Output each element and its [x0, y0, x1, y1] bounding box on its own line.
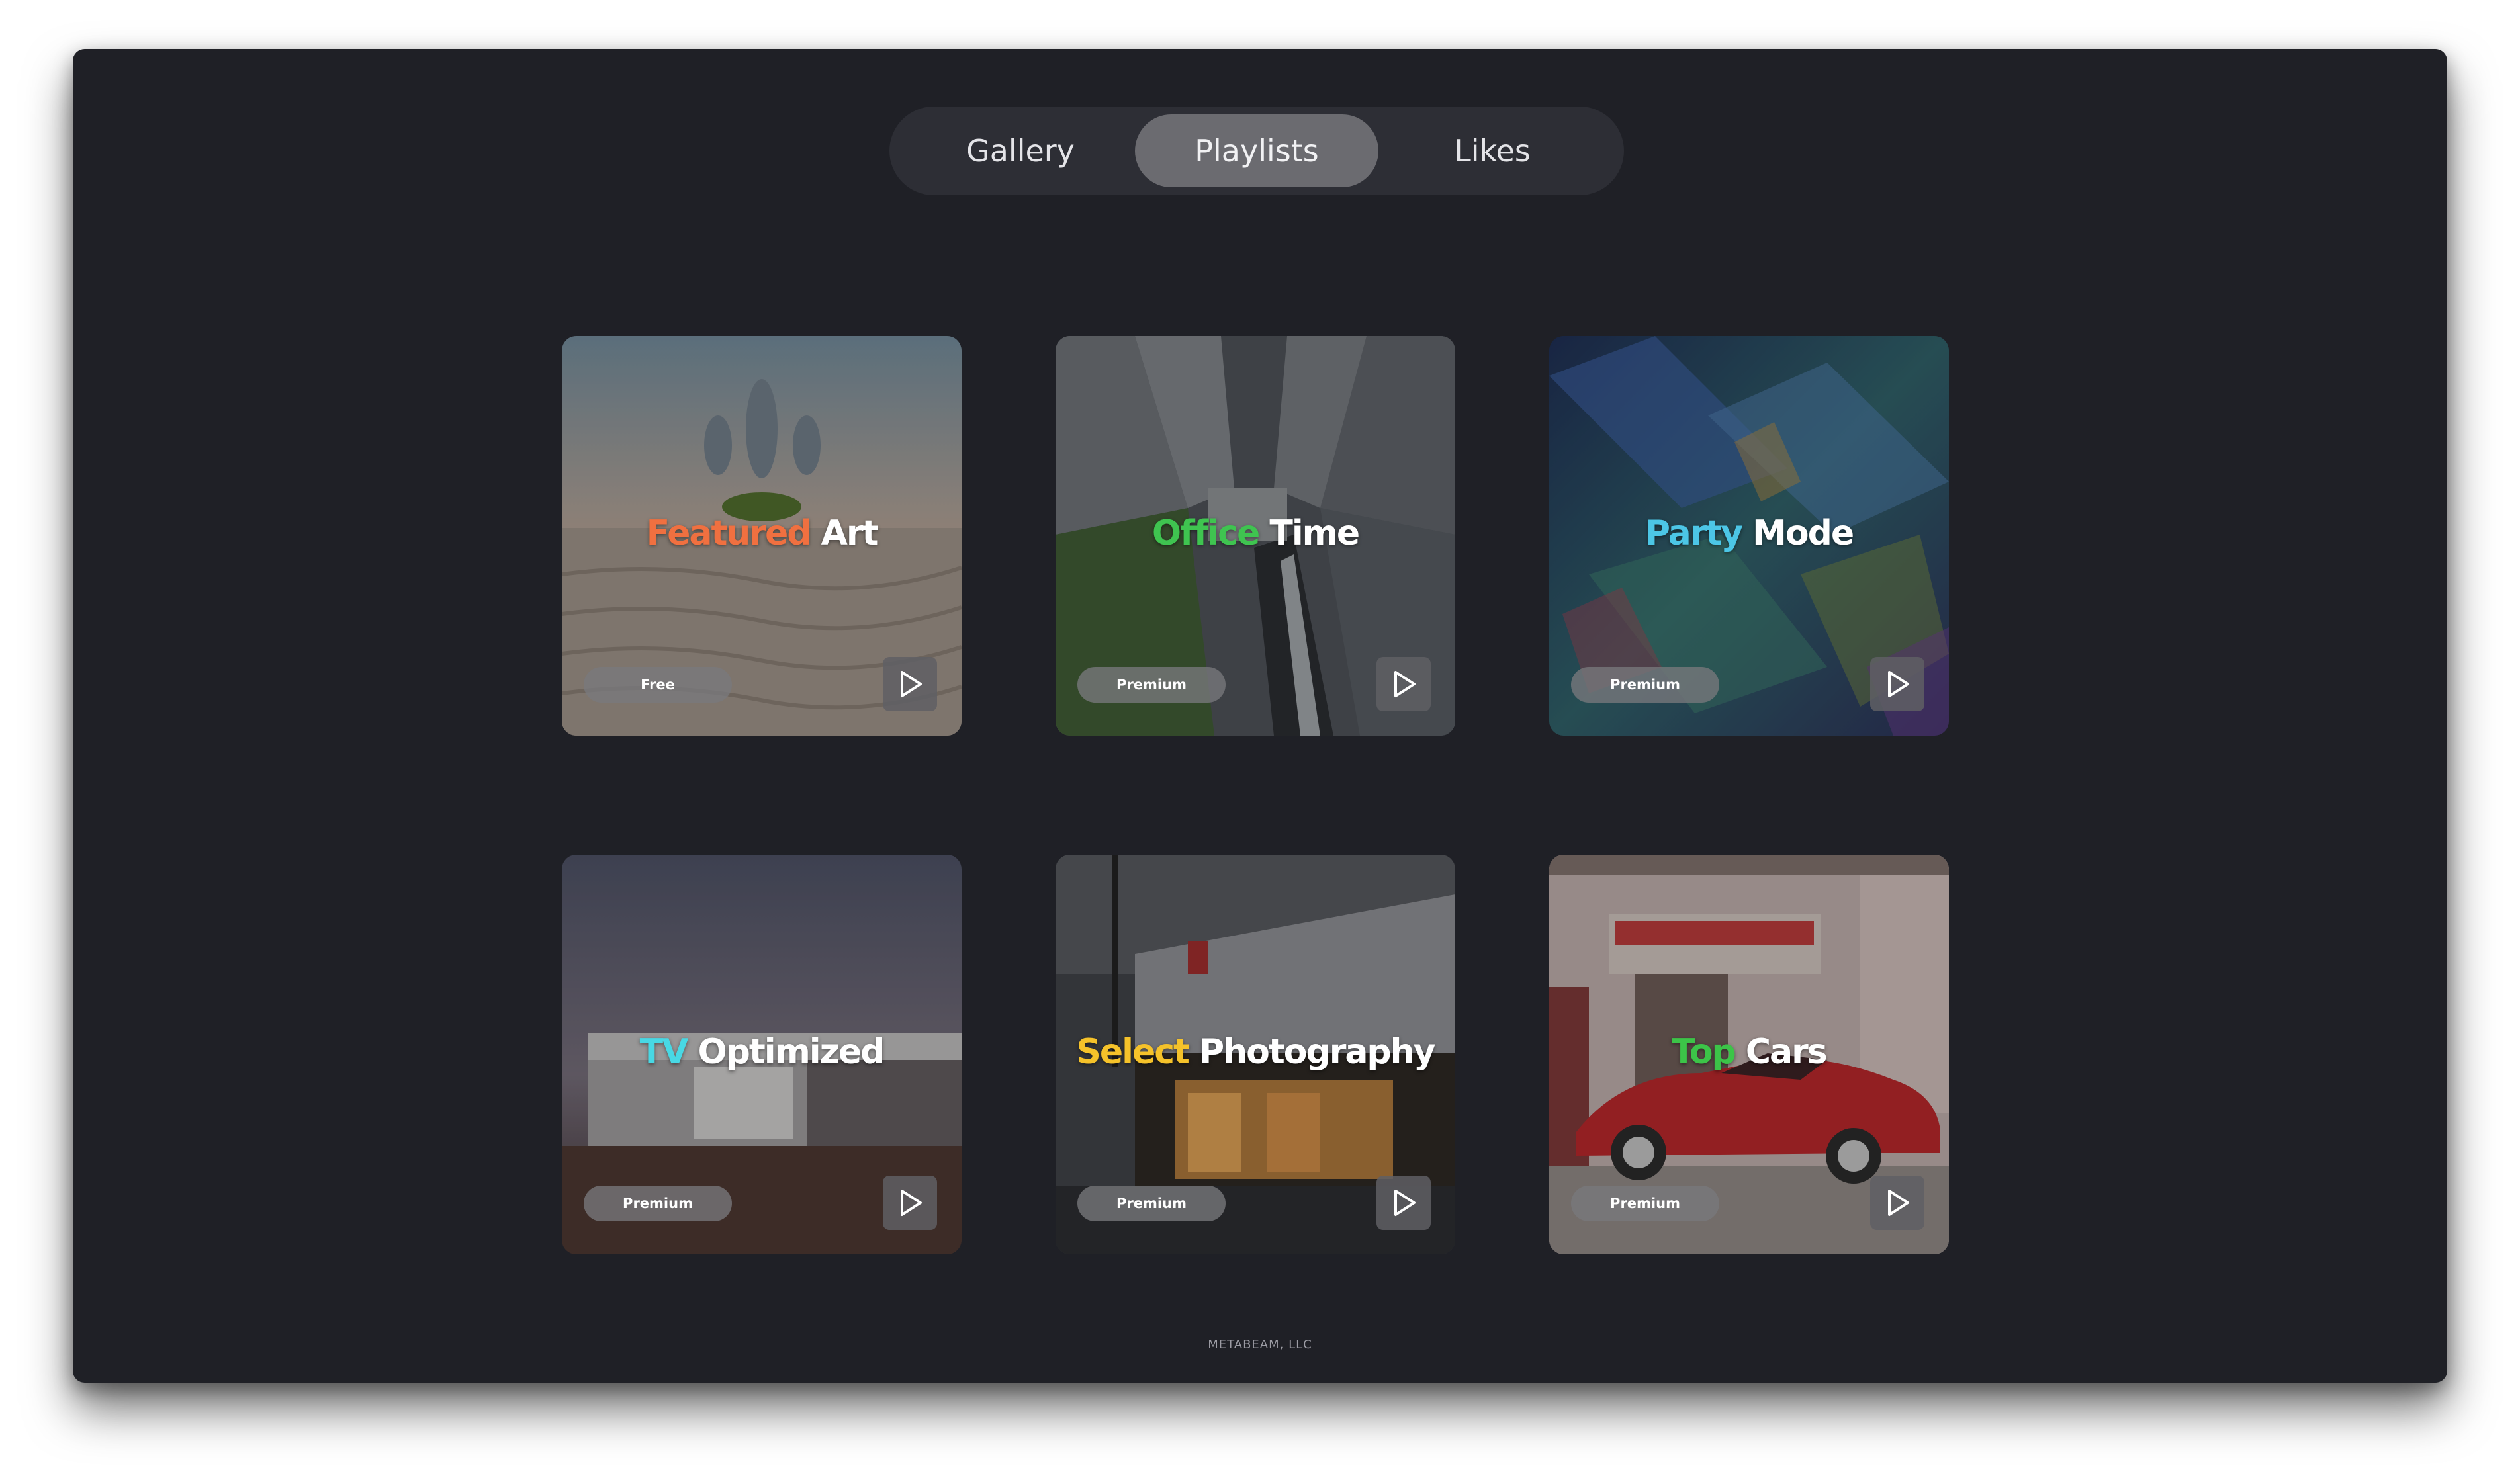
play-icon — [1394, 671, 1416, 697]
play-icon — [1888, 671, 1909, 697]
play-button[interactable] — [1376, 657, 1431, 711]
price-badge: Premium — [1571, 1186, 1719, 1221]
footer-copyright: METABEAM, LLC — [1208, 1338, 1312, 1352]
card-title: Select Photography — [1056, 1032, 1455, 1072]
tab-gallery[interactable]: Gallery — [899, 114, 1142, 187]
card-title: Featured Art — [562, 513, 962, 553]
card-title: Office Time — [1056, 513, 1455, 553]
playlist-card-top-cars[interactable]: Top Cars Premium — [1549, 855, 1949, 1254]
app-window: Gallery Playlists Likes Featured Art Fre… — [73, 49, 2447, 1383]
price-badge: Premium — [1077, 1186, 1226, 1221]
playlist-card-tv-optimized[interactable]: TV Optimized Premium — [562, 855, 962, 1254]
card-title-word: Optimized — [698, 1032, 885, 1072]
play-icon — [1394, 1190, 1416, 1216]
card-title-word: Art — [821, 513, 879, 553]
play-button[interactable] — [1870, 1176, 1924, 1230]
card-title: Top Cars — [1549, 1032, 1949, 1072]
playlist-card-select-photography[interactable]: Select Photography Premium — [1056, 855, 1455, 1254]
card-title-word: Time — [1269, 513, 1360, 553]
price-badge: Premium — [1571, 667, 1719, 703]
price-badge: Free — [584, 667, 732, 703]
card-title-accent: Party — [1644, 513, 1743, 553]
card-title-accent: TV — [639, 1032, 689, 1072]
card-title-accent: Select — [1076, 1032, 1189, 1072]
card-title-word: Photography — [1199, 1032, 1436, 1072]
playlist-card-featured-art[interactable]: Featured Art Free — [562, 336, 962, 736]
card-title-accent: Featured — [646, 513, 812, 553]
card-title-word: Mode — [1752, 513, 1854, 553]
price-badge: Premium — [584, 1186, 732, 1221]
card-title-accent: Office — [1151, 513, 1260, 553]
card-title: Party Mode — [1549, 513, 1949, 553]
play-button[interactable] — [1376, 1176, 1431, 1230]
play-button[interactable] — [883, 657, 937, 711]
play-icon — [901, 671, 922, 697]
play-button[interactable] — [883, 1176, 937, 1230]
tab-playlists[interactable]: Playlists — [1135, 114, 1378, 187]
playlist-card-office-time[interactable]: Office Time Premium — [1056, 336, 1455, 736]
tab-bar: Gallery Playlists Likes — [889, 107, 1624, 195]
card-title-word: Cars — [1745, 1032, 1828, 1072]
play-icon — [1888, 1190, 1909, 1216]
play-button[interactable] — [1870, 657, 1924, 711]
tab-likes[interactable]: Likes — [1371, 114, 1614, 187]
card-title: TV Optimized — [562, 1032, 962, 1072]
play-icon — [901, 1190, 922, 1216]
card-title-accent: Top — [1672, 1032, 1736, 1072]
playlist-card-party-mode[interactable]: Party Mode Premium — [1549, 336, 1949, 736]
price-badge: Premium — [1077, 667, 1226, 703]
